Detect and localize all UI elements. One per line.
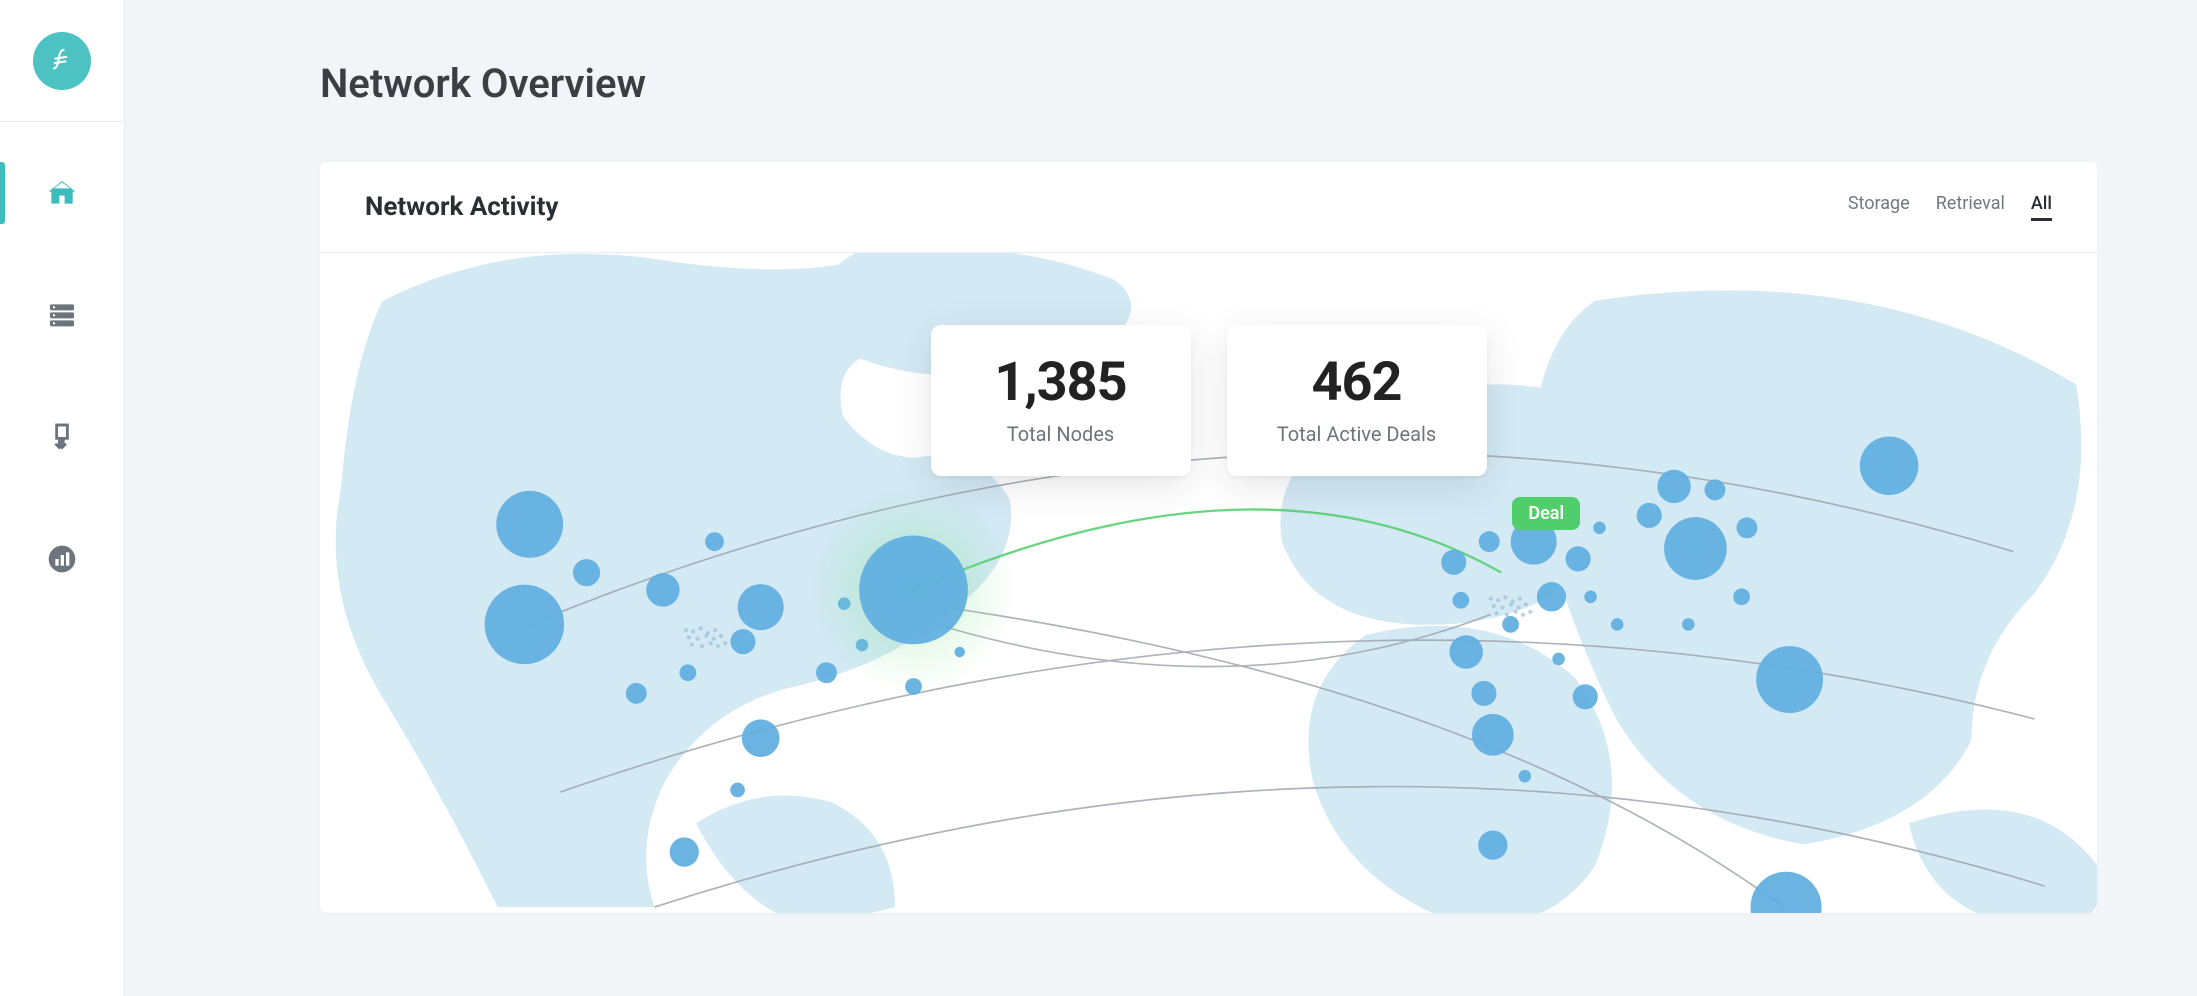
nav-item-retrieve[interactable] bbox=[0, 406, 124, 468]
node-bubble[interactable] bbox=[742, 719, 780, 757]
node-bubble[interactable] bbox=[905, 678, 922, 695]
node-bubble[interactable] bbox=[485, 585, 564, 664]
node-bubble[interactable] bbox=[1479, 531, 1500, 552]
node-bubble[interactable] bbox=[816, 662, 837, 683]
node-bubble[interactable] bbox=[1552, 653, 1565, 666]
node-bubble[interactable] bbox=[1472, 714, 1514, 756]
node-bubble[interactable] bbox=[1611, 618, 1624, 631]
total-nodes-label: Total Nodes bbox=[981, 422, 1141, 446]
node-bubble[interactable] bbox=[1733, 588, 1750, 605]
stat-card-deals: 462 Total Active Deals bbox=[1227, 325, 1487, 476]
nav-item-storage[interactable] bbox=[0, 284, 124, 346]
nav-item-stats[interactable] bbox=[0, 528, 124, 590]
map-area[interactable]: 1,385 Total Nodes 462 Total Active Deals… bbox=[320, 253, 2097, 913]
card-header: Network Activity Storage Retrieval All bbox=[320, 162, 2097, 253]
node-bubble[interactable] bbox=[738, 584, 784, 630]
node-bubble[interactable] bbox=[1750, 872, 1821, 913]
card-title: Network Activity bbox=[365, 192, 558, 222]
node-bubble[interactable] bbox=[954, 647, 964, 657]
main-content: Network Overview Network Activity Storag… bbox=[125, 0, 2197, 996]
node-bubble[interactable] bbox=[1452, 592, 1469, 609]
node-bubble[interactable] bbox=[573, 559, 600, 586]
node-bubble[interactable] bbox=[1682, 618, 1695, 631]
node-bubble[interactable] bbox=[1704, 479, 1725, 500]
node-bubble[interactable] bbox=[1449, 635, 1482, 668]
activity-tabs: Storage Retrieval All bbox=[1848, 193, 2052, 221]
node-bubble[interactable] bbox=[496, 491, 563, 558]
network-activity-card: Network Activity Storage Retrieval All bbox=[320, 162, 2097, 913]
node-bubble[interactable] bbox=[1593, 522, 1606, 535]
filecoin-icon bbox=[47, 46, 77, 76]
brand-logo[interactable] bbox=[33, 32, 91, 90]
node-bubble[interactable] bbox=[1478, 831, 1507, 860]
node-bubble[interactable] bbox=[730, 629, 755, 654]
node-bubble[interactable] bbox=[1664, 517, 1727, 580]
app-root: Network Overview Network Activity Storag… bbox=[0, 0, 2197, 996]
node-bubble[interactable] bbox=[730, 783, 745, 798]
node-bubble[interactable] bbox=[1537, 582, 1566, 611]
node-bubble[interactable] bbox=[646, 573, 679, 606]
active-deals-label: Total Active Deals bbox=[1277, 422, 1437, 446]
logo-wrap bbox=[0, 0, 124, 122]
home-icon bbox=[46, 177, 78, 209]
node-bubble[interactable] bbox=[859, 536, 968, 645]
stat-cards: 1,385 Total Nodes 462 Total Active Deals bbox=[931, 325, 1487, 476]
node-bubble[interactable] bbox=[705, 532, 724, 551]
sidebar-nav bbox=[0, 122, 124, 590]
tab-all[interactable]: All bbox=[2031, 193, 2052, 221]
tab-retrieval[interactable]: Retrieval bbox=[1936, 193, 2005, 221]
chart-icon bbox=[46, 543, 78, 575]
node-bubble[interactable] bbox=[1566, 546, 1591, 571]
node-bubble[interactable] bbox=[1637, 503, 1662, 528]
node-bubble[interactable] bbox=[1573, 684, 1598, 709]
node-bubble[interactable] bbox=[1657, 470, 1690, 503]
node-bubble[interactable] bbox=[626, 683, 647, 704]
node-bubble[interactable] bbox=[1756, 646, 1823, 713]
tab-storage[interactable]: Storage bbox=[1848, 193, 1910, 221]
node-bubble[interactable] bbox=[1584, 591, 1597, 604]
total-nodes-value: 1,385 bbox=[981, 351, 1141, 414]
node-bubble[interactable] bbox=[1471, 681, 1496, 706]
node-bubble[interactable] bbox=[1519, 770, 1532, 783]
page-title: Network Overview bbox=[320, 60, 2097, 107]
active-deals-value: 462 bbox=[1277, 351, 1437, 414]
download-icon bbox=[46, 421, 78, 453]
node-bubble[interactable] bbox=[1441, 550, 1466, 575]
node-bubble[interactable] bbox=[670, 837, 699, 866]
node-bubble[interactable] bbox=[1502, 616, 1519, 633]
nav-item-home[interactable] bbox=[0, 162, 124, 224]
node-bubble[interactable] bbox=[1860, 436, 1919, 495]
node-bubble[interactable] bbox=[679, 664, 696, 681]
sidebar bbox=[0, 0, 125, 996]
node-bubble[interactable] bbox=[1736, 517, 1757, 538]
storage-icon bbox=[46, 299, 78, 331]
deal-badge: Deal bbox=[1512, 497, 1580, 530]
stat-card-nodes: 1,385 Total Nodes bbox=[931, 325, 1191, 476]
